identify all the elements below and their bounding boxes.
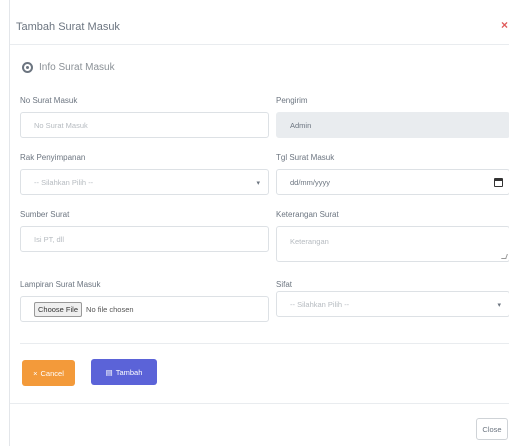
- modal-title: Tambah Surat Masuk: [16, 21, 120, 33]
- rak-label: Rak Penyimpanan: [20, 153, 86, 162]
- lampiran-file-input[interactable]: Choose File No file chosen: [20, 296, 269, 322]
- choose-file-button[interactable]: Choose File: [34, 301, 83, 317]
- tgl-label: Tgl Surat Masuk: [276, 153, 335, 162]
- no-surat-input[interactable]: No Surat Masuk: [20, 112, 269, 138]
- section-label: Info Surat Masuk: [39, 62, 115, 73]
- modal-header: Tambah Surat Masuk ×: [10, 0, 509, 45]
- rak-select[interactable]: -- Silahkan Pilih -- ▾: [20, 169, 269, 195]
- sifat-label: Sifat: [276, 280, 293, 289]
- no-surat-label: No Surat Masuk: [20, 96, 78, 105]
- modal-dialog: Tambah Surat Masuk × Info Surat Masuk No…: [9, 0, 509, 446]
- footer-divider: [10, 403, 509, 404]
- pengirim-value: Admin: [290, 120, 312, 130]
- no-surat-placeholder: No Surat Masuk: [34, 120, 88, 130]
- sifat-value: -- Silahkan Pilih --: [290, 299, 350, 309]
- sumber-input[interactable]: Isi PT, dll: [20, 226, 269, 252]
- keterangan-label: Keterangan Surat: [276, 210, 339, 219]
- sifat-select[interactable]: -- Silahkan Pilih -- ▾: [276, 291, 509, 317]
- tgl-value: dd/mm/yyyy: [290, 177, 331, 187]
- cancel-icon: ×: [33, 368, 38, 378]
- close-button[interactable]: Close: [476, 418, 508, 440]
- keterangan-placeholder: Keterangan: [290, 237, 329, 246]
- tgl-input[interactable]: dd/mm/yyyy: [276, 169, 509, 195]
- section-heading: Info Surat Masuk: [22, 62, 115, 73]
- calendar-icon[interactable]: [494, 178, 503, 187]
- lampiran-label: Lampiran Surat Masuk: [20, 280, 101, 289]
- file-status: No file chosen: [86, 304, 134, 314]
- cancel-button[interactable]: × Cancel: [22, 360, 75, 386]
- pengirim-label: Pengirim: [276, 96, 308, 105]
- chevron-down-icon: ▾: [497, 302, 501, 309]
- add-label: Tambah: [115, 367, 143, 377]
- sumber-placeholder: Isi PT, dll: [34, 234, 65, 244]
- save-icon: ▤: [105, 367, 113, 377]
- cancel-label: Cancel: [40, 368, 64, 378]
- resize-grip-icon[interactable]: [501, 254, 508, 259]
- close-icon[interactable]: ×: [501, 18, 508, 32]
- form-divider: [20, 343, 509, 344]
- sumber-label: Sumber Surat: [20, 210, 70, 219]
- chevron-down-icon: ▾: [256, 180, 260, 187]
- keterangan-textarea[interactable]: Keterangan: [276, 226, 509, 262]
- info-icon: [22, 62, 33, 73]
- add-button[interactable]: ▤ Tambah: [91, 359, 157, 385]
- rak-value: -- Silahkan Pilih --: [34, 177, 94, 187]
- pengirim-input: Admin: [276, 112, 509, 138]
